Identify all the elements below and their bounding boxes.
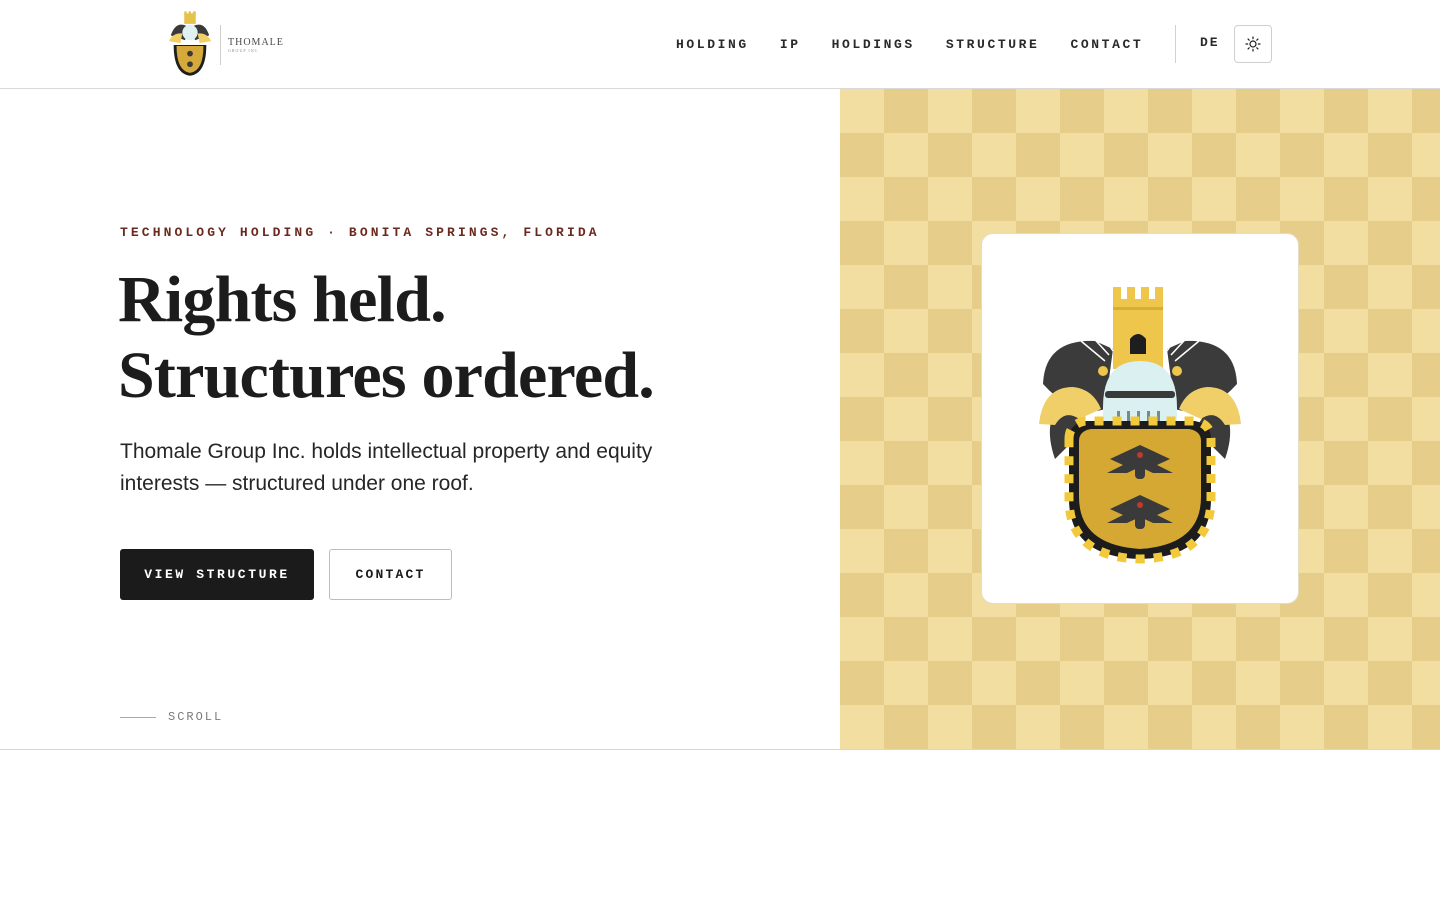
scroll-indicator-line — [120, 717, 156, 718]
nav-item-contact[interactable]: CONTACT — [1070, 37, 1143, 52]
language-switch[interactable]: DE — [1200, 35, 1220, 50]
view-structure-button[interactable]: VIEW STRUCTURE — [120, 549, 314, 600]
headline-line-1: Rights held. — [118, 263, 447, 336]
theme-toggle-button[interactable] — [1234, 25, 1272, 63]
coat-of-arms-icon — [1039, 286, 1241, 564]
main-nav: HOLDING IP HOLDINGS STRUCTURE CONTACT — [676, 37, 1143, 52]
scroll-label: SCROLL — [168, 710, 224, 724]
hero-headline: Rights held. Structures ordered. — [118, 262, 655, 414]
logo-subtitle: GROUP INC. — [228, 48, 261, 53]
logo-wordmark: THOMALE GROUP INC. — [228, 37, 284, 53]
nav-item-structure[interactable]: STRUCTURE — [946, 37, 1040, 52]
hero-eyebrow: TECHNOLOGY HOLDING · BONITA SPRINGS, FLO… — [120, 225, 600, 240]
crest-logo-icon — [168, 11, 212, 76]
nav-divider — [1175, 25, 1176, 63]
site-header: THOMALE GROUP INC. HOLDING IP HOLDINGS S… — [0, 0, 1440, 89]
headline-line-2: Structures ordered. — [118, 339, 655, 412]
hero-lede: Thomale Group Inc. holds intellectual pr… — [120, 440, 653, 495]
logo-divider — [220, 25, 221, 65]
nav-item-ip[interactable]: IP — [780, 37, 801, 52]
nav-item-holdings[interactable]: HOLDINGS — [832, 37, 915, 52]
sun-icon — [1245, 36, 1261, 52]
logo-name: THOMALE — [228, 37, 284, 48]
logo[interactable]: THOMALE GROUP INC. — [166, 10, 296, 80]
nav-item-holding[interactable]: HOLDING — [676, 37, 749, 52]
crest-card — [981, 233, 1299, 604]
section-divider — [0, 749, 1440, 750]
contact-button[interactable]: CONTACT — [329, 549, 452, 600]
